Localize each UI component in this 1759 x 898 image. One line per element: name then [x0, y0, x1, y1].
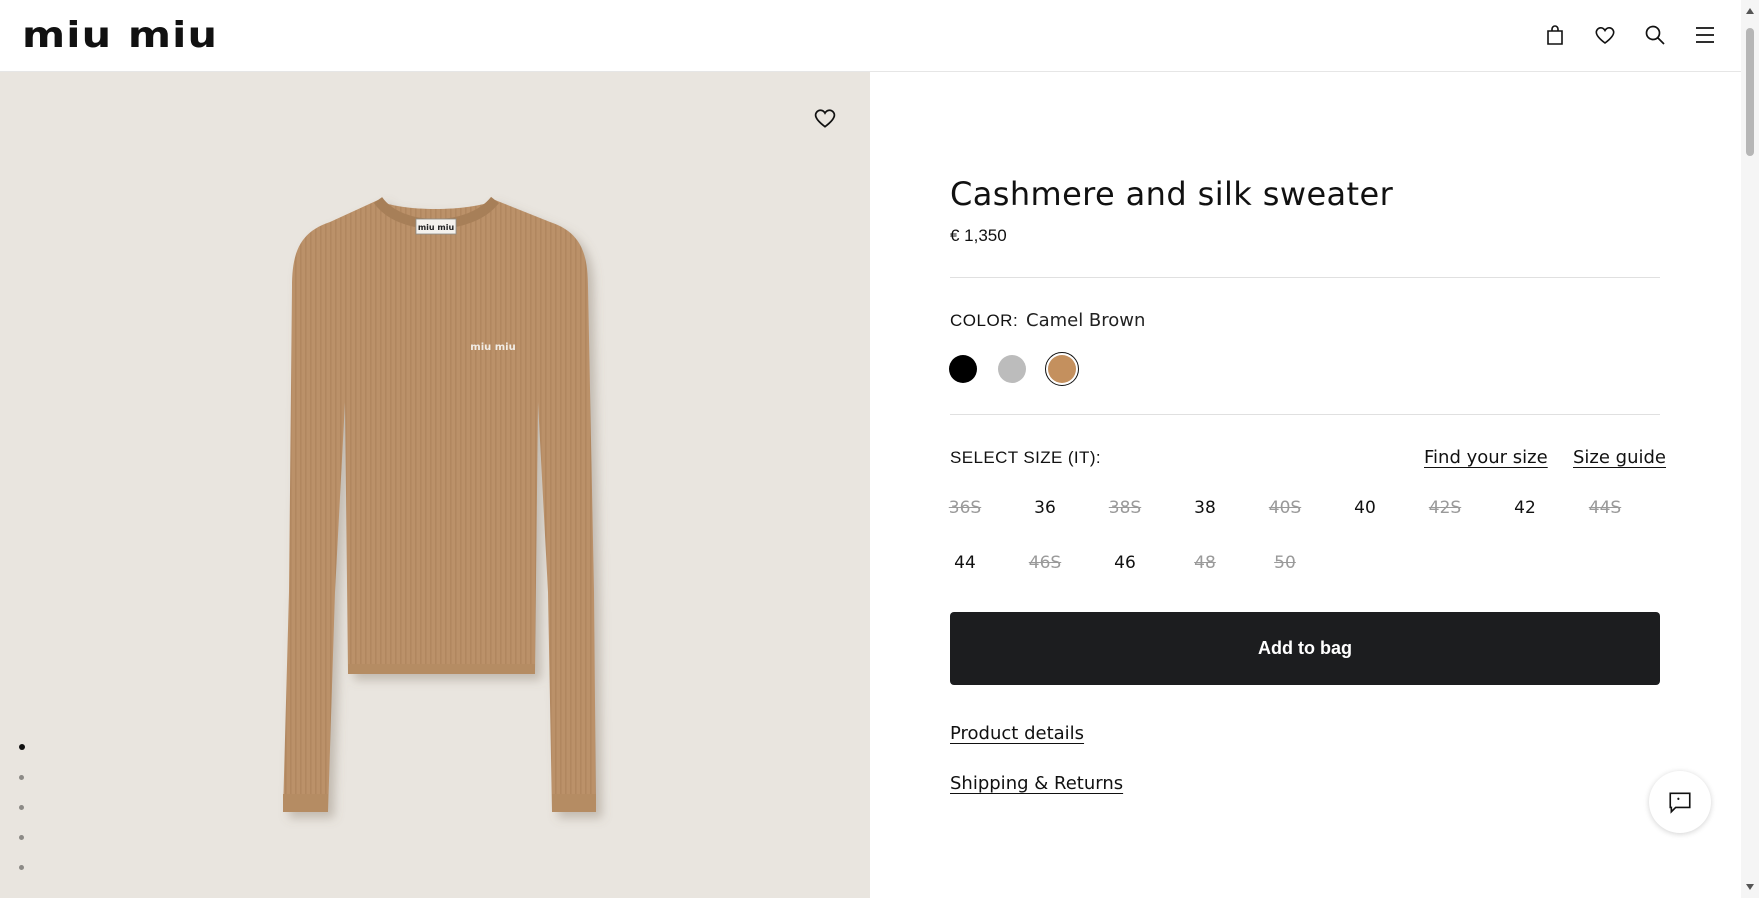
- page-scrollbar[interactable]: [1741, 0, 1759, 898]
- find-your-size-link[interactable]: Find your size: [1424, 447, 1548, 468]
- divider: [950, 414, 1660, 415]
- gallery-dot-2[interactable]: [19, 775, 24, 780]
- size-option[interactable]: 38S: [1095, 498, 1155, 518]
- product-details-link[interactable]: Product details: [950, 723, 1084, 744]
- divider: [950, 277, 1660, 278]
- color-label: COLOR:: [950, 311, 1019, 330]
- size-label: SELECT SIZE (IT):: [950, 448, 1102, 467]
- size-guide-link[interactable]: Size guide: [1573, 447, 1666, 468]
- size-option[interactable]: 42: [1495, 498, 1555, 518]
- heart-icon[interactable]: [1592, 22, 1618, 48]
- size-option[interactable]: 36S: [935, 498, 995, 518]
- swatch-grey[interactable]: [998, 355, 1026, 383]
- chat-button[interactable]: [1649, 771, 1711, 833]
- sweater-image: miu miu miu miu: [283, 196, 596, 812]
- bag-icon[interactable]: [1542, 22, 1568, 48]
- site-header: miu miu: [0, 0, 1741, 72]
- size-option[interactable]: 50: [1255, 553, 1315, 573]
- scroll-thumb[interactable]: [1746, 28, 1754, 156]
- scroll-up-arrow[interactable]: [1746, 8, 1754, 14]
- size-option[interactable]: 42S: [1415, 498, 1475, 518]
- size-option[interactable]: 40S: [1255, 498, 1315, 518]
- garment-label-text: miu miu: [418, 223, 455, 232]
- scroll-down-arrow[interactable]: [1746, 884, 1754, 890]
- product-info-panel: Cashmere and silk sweater € 1,350 COLOR:…: [870, 72, 1741, 898]
- add-to-bag-button[interactable]: Add to bag: [950, 612, 1660, 685]
- size-option[interactable]: 36: [1015, 498, 1075, 518]
- gallery-dot-3[interactable]: [19, 805, 24, 810]
- size-option[interactable]: 46S: [1015, 553, 1075, 573]
- menu-icon[interactable]: [1692, 22, 1718, 48]
- gallery-dot-5[interactable]: [19, 865, 24, 870]
- chest-logo-text: miu miu: [470, 342, 515, 353]
- size-option[interactable]: 38: [1175, 498, 1235, 518]
- search-icon[interactable]: [1642, 22, 1668, 48]
- gallery-pagination: [19, 744, 25, 895]
- gallery-dot-1[interactable]: [19, 744, 25, 750]
- product-title: Cashmere and silk sweater: [950, 175, 1394, 213]
- product-gallery[interactable]: miu miu miu miu: [0, 72, 870, 898]
- product-price: € 1,350: [950, 226, 1007, 245]
- size-option[interactable]: 46: [1095, 553, 1155, 573]
- swatch-camel-brown[interactable]: [1045, 352, 1079, 386]
- color-value: Camel Brown: [1026, 310, 1146, 331]
- shipping-returns-link[interactable]: Shipping & Returns: [950, 773, 1123, 794]
- wishlist-heart-icon[interactable]: [812, 105, 838, 131]
- swatch-black[interactable]: [949, 355, 977, 383]
- chat-icon: [1669, 792, 1691, 814]
- size-option[interactable]: 48: [1175, 553, 1235, 573]
- brand-logo[interactable]: miu miu: [22, 18, 218, 54]
- size-option[interactable]: 44S: [1575, 498, 1635, 518]
- size-option[interactable]: 44: [935, 553, 995, 573]
- size-option[interactable]: 40: [1335, 498, 1395, 518]
- gallery-dot-4[interactable]: [19, 835, 24, 840]
